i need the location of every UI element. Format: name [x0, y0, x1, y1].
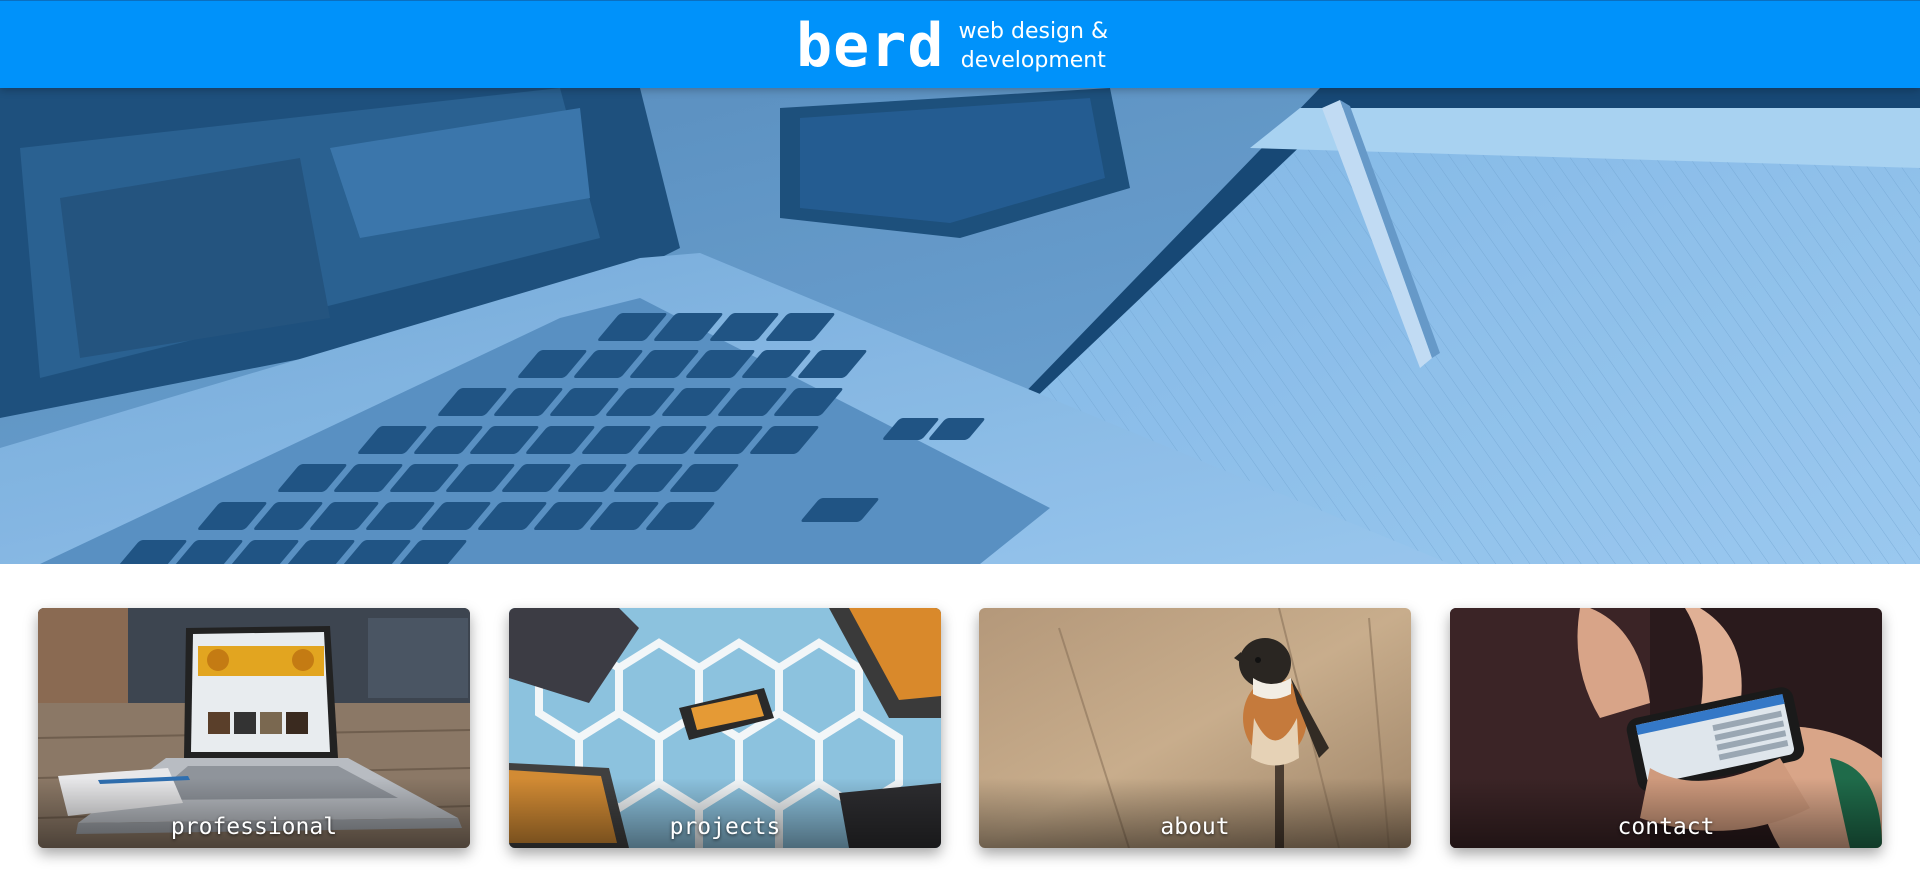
card-about[interactable]: about: [979, 608, 1411, 848]
brand-logo-link[interactable]: berd web design & development: [796, 11, 1108, 81]
hero-image: [0, 88, 1920, 564]
card-projects[interactable]: projects: [509, 608, 941, 848]
card-contact[interactable]: contact: [1450, 608, 1882, 848]
card-label: projects: [669, 814, 781, 840]
site-header: berd web design & development: [0, 0, 1920, 88]
card-label: about: [1160, 814, 1230, 840]
brand-name: berd: [796, 11, 945, 81]
hero-laptop-notebook-illustration: [0, 88, 1920, 564]
brand-tagline: web design & development: [958, 19, 1109, 73]
section-cards: professional projects about contact: [0, 608, 1920, 848]
card-professional[interactable]: professional: [38, 608, 470, 848]
card-label: professional: [170, 814, 338, 840]
card-label: contact: [1617, 814, 1715, 840]
